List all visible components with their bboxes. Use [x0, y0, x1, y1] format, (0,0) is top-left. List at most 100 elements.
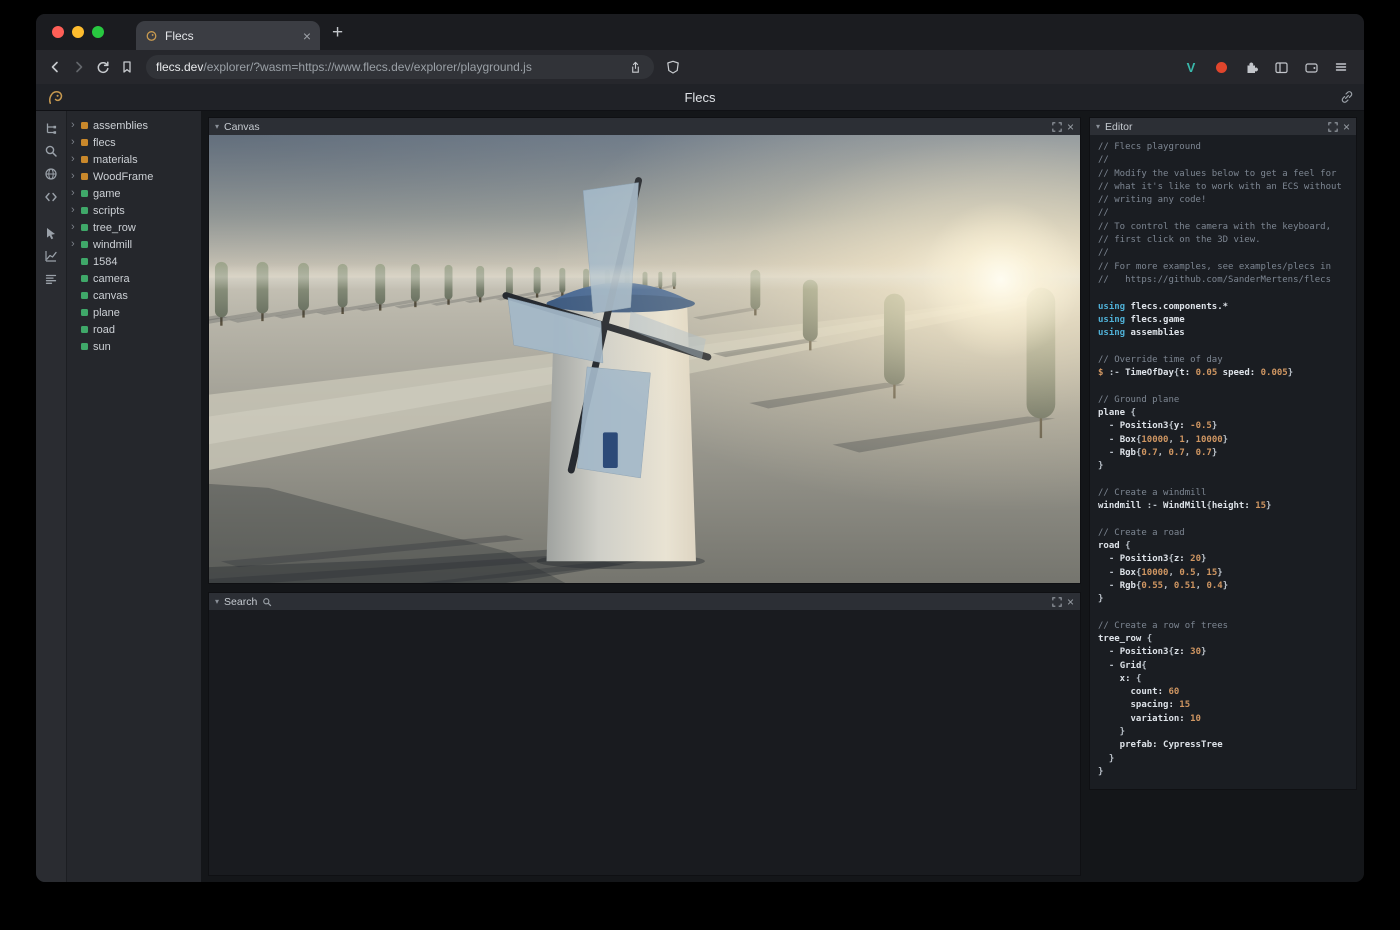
close-panel-icon[interactable]: × — [1343, 121, 1350, 133]
tree-item-canvas[interactable]: canvas — [67, 287, 201, 304]
expand-arrow-icon[interactable]: › — [71, 171, 80, 182]
tree-item-1584[interactable]: 1584 — [67, 253, 201, 270]
extensions-puzzle-icon[interactable] — [1242, 58, 1260, 76]
back-button[interactable] — [46, 58, 64, 76]
code-line: - Position3{y: -0.5} — [1098, 420, 1348, 433]
code-icon[interactable] — [43, 189, 59, 205]
code-line: // Override time of day — [1098, 354, 1348, 367]
code-line: x: { — [1098, 673, 1348, 686]
tree-item-tree_row[interactable]: › tree_row — [67, 219, 201, 236]
wallet-icon[interactable] — [1302, 58, 1320, 76]
close-panel-icon[interactable]: × — [1067, 121, 1074, 133]
code-line: variation: 10 — [1098, 713, 1348, 726]
collapse-caret-icon[interactable]: ▾ — [1096, 122, 1100, 131]
red-extension-icon[interactable] — [1212, 58, 1230, 76]
tree-item-road[interactable]: road — [67, 321, 201, 338]
expand-arrow-icon[interactable]: › — [71, 239, 80, 250]
close-panel-icon[interactable]: × — [1067, 596, 1074, 608]
code-line: using flecs.game — [1098, 314, 1348, 327]
module-badge-icon — [81, 173, 88, 180]
vimium-extension-icon[interactable]: V — [1182, 58, 1200, 76]
collapse-caret-icon[interactable]: ▾ — [215, 597, 219, 606]
code-line: // https://github.com/SanderMertens/flec… — [1098, 274, 1348, 287]
expand-arrow-icon[interactable]: › — [71, 222, 80, 233]
editor-code[interactable]: // Flecs playground // // Modify the value… — [1090, 135, 1356, 789]
sidebar-toggle-icon[interactable] — [1272, 58, 1290, 76]
flecs-favicon-icon — [145, 29, 158, 42]
code-line: // Modify the values below to get a feel… — [1098, 168, 1348, 181]
code-line: plane { — [1098, 407, 1348, 420]
entity-tree-icon[interactable] — [43, 120, 59, 136]
tree-item-materials[interactable]: › materials — [67, 151, 201, 168]
entity-badge-icon — [81, 326, 88, 333]
page-header: Flecs — [36, 84, 1364, 111]
reload-button[interactable] — [94, 58, 112, 76]
close-window-button[interactable] — [52, 26, 64, 38]
3d-viewport[interactable] — [209, 135, 1080, 583]
tree-item-windmill[interactable]: ›windmill — [67, 236, 201, 253]
tree-item-assemblies[interactable]: ›assemblies — [67, 117, 201, 134]
tree-item-camera[interactable]: camera — [67, 270, 201, 287]
minimize-window-button[interactable] — [72, 26, 84, 38]
tree-item-WoodFrame[interactable]: › WoodFrame — [67, 168, 201, 185]
new-tab-button[interactable]: + — [332, 23, 343, 42]
forward-button[interactable] — [70, 58, 88, 76]
world-icon[interactable] — [43, 166, 59, 182]
code-line: - Position3{z: 20} — [1098, 553, 1348, 566]
search-icon[interactable] — [43, 143, 59, 159]
tree-item-label: WoodFrame — [93, 171, 153, 183]
fullscreen-icon[interactable] — [1328, 122, 1338, 132]
fullscreen-icon[interactable] — [1052, 122, 1062, 132]
tree-item-plane[interactable]: plane — [67, 304, 201, 321]
bookmarks-icon[interactable] — [118, 58, 136, 76]
tree-item-label: sun — [93, 341, 111, 353]
tree-item-flecs[interactable]: ›flecs — [67, 134, 201, 151]
tree-item-scripts[interactable]: ›scripts — [67, 202, 201, 219]
code-line — [1098, 380, 1348, 393]
entity-badge-icon — [81, 275, 88, 282]
zoom-window-button[interactable] — [92, 26, 104, 38]
code-line: } — [1098, 753, 1348, 766]
window-controls — [46, 26, 110, 38]
tree-item-label: materials — [93, 154, 138, 166]
chart-icon[interactable] — [43, 248, 59, 264]
tab-close-icon[interactable]: × — [303, 29, 311, 43]
inspect-cursor-icon[interactable] — [43, 225, 59, 241]
tree-item-game[interactable]: ›game — [67, 185, 201, 202]
expand-arrow-icon[interactable]: › — [71, 205, 80, 216]
expand-arrow-icon[interactable]: › — [71, 120, 80, 131]
brave-shield-icon[interactable] — [664, 58, 682, 76]
entity-badge-icon — [81, 241, 88, 248]
code-line — [1098, 513, 1348, 526]
code-line: // — [1098, 247, 1348, 260]
module-badge-icon — [81, 139, 88, 146]
expand-arrow-icon[interactable]: › — [71, 137, 80, 148]
code-line: prefab: CypressTree — [1098, 739, 1348, 752]
code-line — [1098, 473, 1348, 486]
browser-tab[interactable]: Flecs × — [136, 21, 320, 50]
expand-arrow-icon[interactable]: › — [71, 154, 80, 165]
code-line: using flecs.components.* — [1098, 301, 1348, 314]
canvas-panel-title: Canvas — [224, 121, 260, 133]
panel-grid: ▾ Canvas × — [201, 111, 1364, 882]
code-line: // what it's like to work with an ECS wi… — [1098, 181, 1348, 194]
tree-item-label: tree_row — [93, 222, 136, 234]
code-line: using assemblies — [1098, 327, 1348, 340]
menu-icon[interactable] — [1332, 58, 1350, 76]
fullscreen-icon[interactable] — [1052, 597, 1062, 607]
code-line: } — [1098, 460, 1348, 473]
share-icon[interactable] — [626, 58, 644, 76]
collapse-caret-icon[interactable]: ▾ — [215, 122, 219, 131]
expand-arrow-icon[interactable]: › — [71, 188, 80, 199]
code-line: // — [1098, 207, 1348, 220]
tree-item-sun[interactable]: sun — [67, 338, 201, 355]
tab-title: Flecs — [165, 29, 296, 43]
search-glyph-icon — [262, 597, 272, 607]
entity-badge-icon — [81, 309, 88, 316]
code-line: // Create a windmill — [1098, 487, 1348, 500]
stats-list-icon[interactable] — [43, 271, 59, 287]
code-line: spacing: 15 — [1098, 699, 1348, 712]
url-bar[interactable]: flecs.dev/explorer/?wasm=https://www.fle… — [146, 55, 654, 79]
code-line: // Flecs playground — [1098, 141, 1348, 154]
code-line: - Rgb{0.55, 0.51, 0.4} — [1098, 580, 1348, 593]
